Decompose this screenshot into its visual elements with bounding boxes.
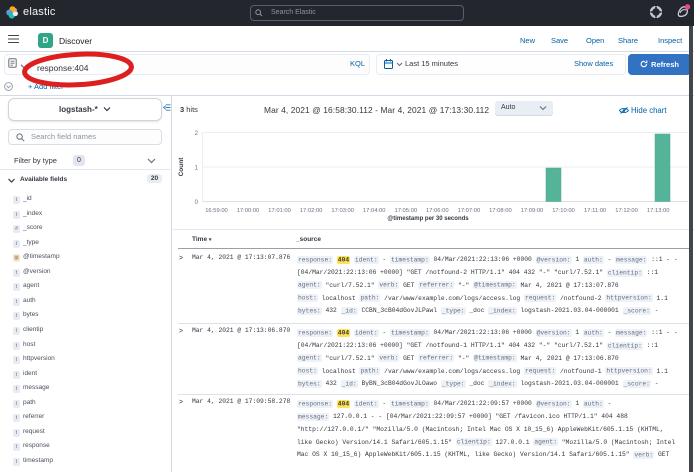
svg-text:17:02:00: 17:02:00 — [300, 208, 323, 214]
svg-text:2: 2 — [195, 131, 199, 137]
svg-text:17:13:00: 17:13:00 — [647, 208, 670, 214]
svg-text:17:06:00: 17:06:00 — [426, 208, 449, 214]
svg-text:17:07:00: 17:07:00 — [458, 208, 481, 214]
svg-text:17:08:00: 17:08:00 — [489, 208, 512, 214]
svg-text:17:04:00: 17:04:00 — [363, 208, 386, 214]
svg-text:0: 0 — [195, 200, 199, 206]
svg-text:1: 1 — [195, 166, 199, 172]
svg-text:17:05:00: 17:05:00 — [395, 208, 418, 214]
svg-text:17:00:00: 17:00:00 — [237, 208, 260, 214]
svg-text:17:10:00: 17:10:00 — [552, 208, 575, 214]
svg-text:17:11:00: 17:11:00 — [584, 208, 606, 214]
svg-text:17:12:00: 17:12:00 — [615, 208, 638, 214]
svg-text:Count: Count — [178, 157, 185, 177]
svg-text:17:03:00: 17:03:00 — [331, 208, 354, 214]
svg-text:@timestamp per 30 seconds: @timestamp per 30 seconds — [387, 216, 469, 222]
svg-text:17:01:00: 17:01:00 — [268, 208, 291, 214]
svg-text:16:59:00: 16:59:00 — [205, 208, 228, 214]
svg-text:17:09:00: 17:09:00 — [521, 208, 544, 214]
